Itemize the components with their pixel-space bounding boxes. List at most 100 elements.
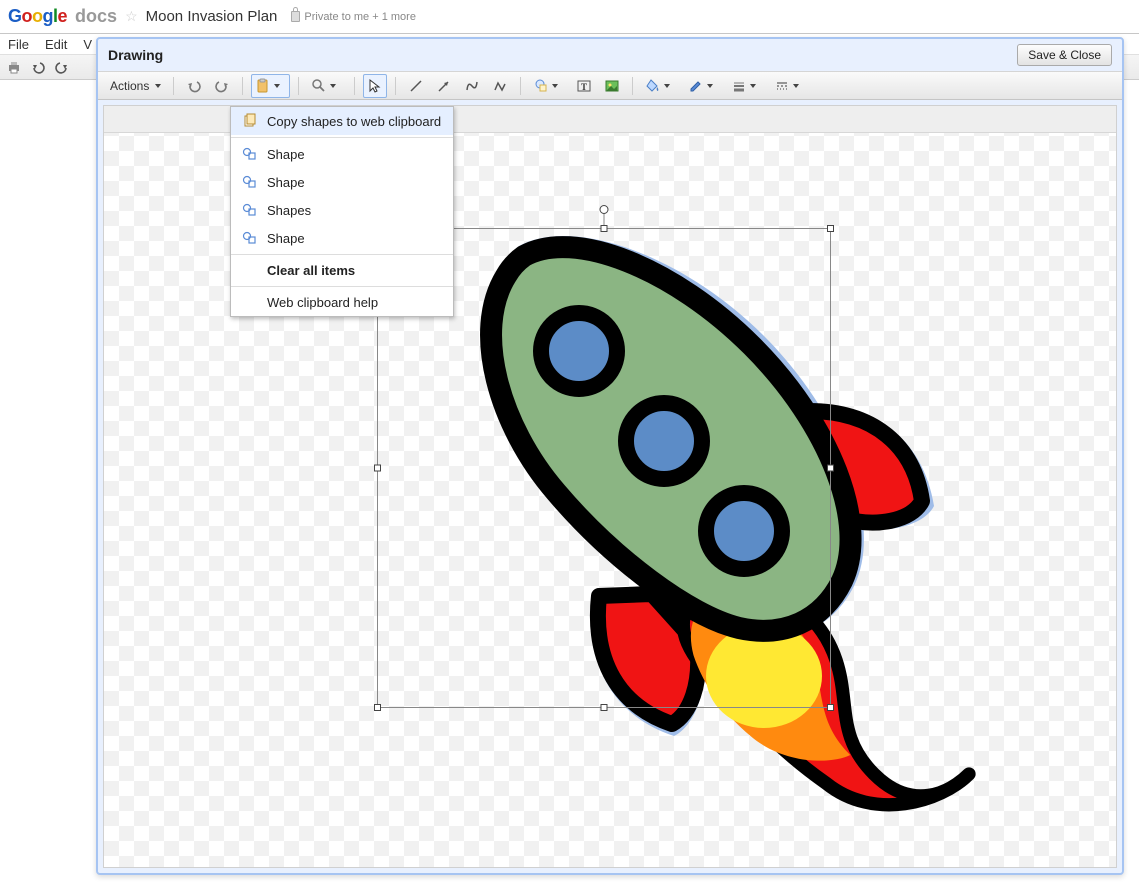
line-color-button[interactable]	[684, 74, 723, 98]
web-clipboard-dropdown: Copy shapes to web clipboard Shape Shape…	[230, 106, 454, 317]
text-tool[interactable]: T	[572, 74, 596, 98]
modal-header: Drawing Save & Close	[98, 39, 1122, 71]
chevron-down-icon	[750, 84, 756, 88]
menu-edit[interactable]: Edit	[45, 37, 67, 52]
drawing-toolbar: Actions	[98, 71, 1122, 100]
image-icon	[604, 78, 620, 94]
dropdown-shape-item[interactable]: Shape	[231, 224, 453, 252]
arrow-tool[interactable]	[432, 74, 456, 98]
text-icon: T	[576, 78, 592, 94]
web-clipboard-button[interactable]	[251, 74, 290, 98]
actions-menu[interactable]: Actions	[106, 79, 165, 93]
print-icon[interactable]	[6, 59, 22, 75]
dropdown-shape-item[interactable]: Shapes	[231, 196, 453, 224]
curve-icon	[464, 78, 480, 94]
pencil-icon	[688, 78, 704, 94]
docs-header: Google docs ☆ Moon Invasion Plan Private…	[0, 0, 1139, 34]
shape-blue-icon	[241, 230, 259, 246]
svg-text:T: T	[581, 82, 587, 92]
chevron-down-icon	[664, 84, 670, 88]
web-clipboard-icon	[255, 78, 271, 94]
shape-blue-icon	[241, 174, 259, 190]
curve-tool[interactable]	[460, 74, 484, 98]
image-tool[interactable]	[600, 74, 624, 98]
star-icon[interactable]: ☆	[125, 8, 138, 25]
separator	[298, 77, 299, 95]
rotation-handle[interactable]	[600, 205, 609, 214]
chevron-down-icon	[552, 84, 558, 88]
polyline-icon	[492, 78, 508, 94]
dropdown-item-label: Shape	[267, 175, 305, 190]
document-title[interactable]: Moon Invasion Plan	[146, 8, 278, 25]
docs-word: docs	[75, 6, 117, 27]
resize-handle-e[interactable]	[827, 465, 834, 472]
privacy-indicator[interactable]: Private to me + 1 more	[291, 11, 416, 23]
drawing-canvas[interactable]: Copy shapes to web clipboard Shape Shape…	[103, 105, 1117, 868]
shape-blue-icon	[241, 146, 259, 162]
arrow-icon	[436, 78, 452, 94]
resize-handle-n[interactable]	[601, 225, 608, 232]
select-tool[interactable]	[363, 74, 387, 98]
separator	[354, 77, 355, 95]
dropdown-item-label: Copy shapes to web clipboard	[267, 114, 441, 129]
resize-handle-w[interactable]	[374, 465, 381, 472]
chevron-down-icon	[330, 84, 336, 88]
dropdown-item-label: Shape	[267, 231, 305, 246]
undo-icon[interactable]	[30, 59, 46, 75]
undo-button[interactable]	[182, 74, 206, 98]
fill-color-button[interactable]	[641, 74, 680, 98]
redo-icon	[214, 78, 230, 94]
line-dash-button[interactable]	[770, 74, 809, 98]
resize-handle-ne[interactable]	[827, 225, 834, 232]
save-and-close-button[interactable]: Save & Close	[1017, 44, 1112, 66]
shape-blue-icon	[241, 202, 259, 218]
zoom-icon	[311, 78, 327, 94]
modal-title: Drawing	[108, 47, 163, 63]
separator	[520, 77, 521, 95]
redo-button[interactable]	[210, 74, 234, 98]
menu-file[interactable]: File	[8, 37, 29, 52]
separator	[231, 286, 453, 287]
actions-label: Actions	[110, 79, 149, 93]
line-dash-icon	[774, 78, 790, 94]
dropdown-clear-all[interactable]: Clear all items	[231, 257, 453, 284]
dropdown-item-label: Shapes	[267, 203, 311, 218]
paint-bucket-icon	[645, 78, 661, 94]
separator	[632, 77, 633, 95]
zoom-button[interactable]	[307, 74, 346, 98]
separator	[242, 77, 243, 95]
separator	[231, 137, 453, 138]
cursor-icon	[367, 78, 383, 94]
resize-handle-se[interactable]	[827, 704, 834, 711]
chevron-down-icon	[793, 84, 799, 88]
line-weight-icon	[731, 78, 747, 94]
resize-handle-sw[interactable]	[374, 704, 381, 711]
line-tool[interactable]	[404, 74, 428, 98]
separator	[173, 77, 174, 95]
lock-icon	[291, 11, 300, 22]
dropdown-copy-shapes[interactable]: Copy shapes to web clipboard	[231, 107, 453, 135]
dropdown-item-label: Shape	[267, 147, 305, 162]
shape-icon	[533, 78, 549, 94]
chevron-down-icon	[155, 84, 161, 88]
chevron-down-icon	[274, 84, 280, 88]
dropdown-help[interactable]: Web clipboard help	[231, 289, 453, 316]
privacy-text: Private to me + 1 more	[304, 11, 416, 23]
separator	[395, 77, 396, 95]
polyline-tool[interactable]	[488, 74, 512, 98]
line-weight-button[interactable]	[727, 74, 766, 98]
dropdown-shape-item[interactable]: Shape	[231, 140, 453, 168]
redo-icon[interactable]	[54, 59, 70, 75]
shape-tool[interactable]	[529, 74, 568, 98]
line-icon	[408, 78, 424, 94]
menu-v[interactable]: V	[83, 37, 92, 52]
resize-handle-s[interactable]	[601, 704, 608, 711]
dropdown-shape-item[interactable]: Shape	[231, 168, 453, 196]
dropdown-item-label: Web clipboard help	[267, 295, 378, 310]
drawing-modal: Drawing Save & Close Actions	[96, 37, 1124, 875]
copy-icon	[241, 113, 259, 129]
undo-icon	[186, 78, 202, 94]
separator	[231, 254, 453, 255]
google-logo: Google	[8, 6, 67, 27]
chevron-down-icon	[707, 84, 713, 88]
